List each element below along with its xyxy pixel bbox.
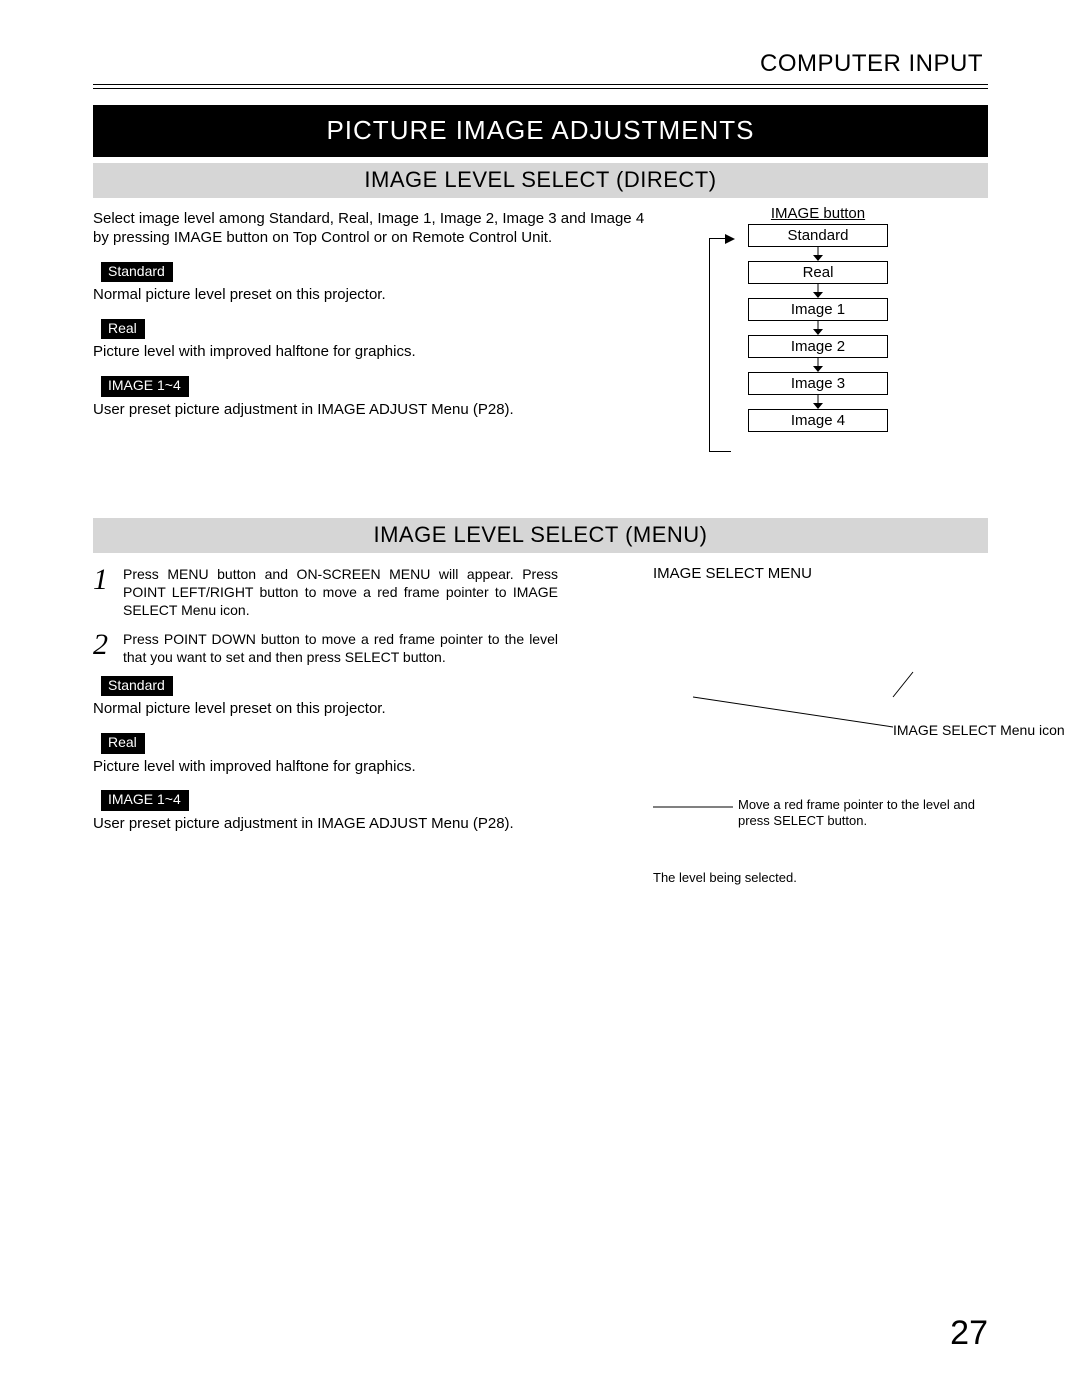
- menu-left-column: 1 Press MENU button and ON-SCREEN MENU w…: [93, 565, 648, 834]
- header-rule: [93, 84, 988, 89]
- menu-pill-image14: IMAGE 1~4: [101, 790, 189, 811]
- menu-pill-real-desc: Picture level with improved halftone for…: [93, 758, 648, 777]
- loop-line: [709, 238, 731, 452]
- section-menu: 1 Press MENU button and ON-SCREEN MENU w…: [93, 565, 988, 895]
- diagram-box-image2: Image 2: [748, 335, 888, 358]
- section-header: COMPUTER INPUT: [93, 50, 988, 78]
- title-banner: PICTURE IMAGE ADJUSTMENTS: [93, 105, 988, 157]
- annotation-lines-icon: [653, 642, 1080, 892]
- section-direct: Select image level among Standard, Real,…: [93, 210, 988, 500]
- pill-real-desc: Picture level with improved halftone for…: [93, 343, 648, 362]
- step-2-text: Press POINT DOWN button to move a red fr…: [123, 630, 648, 666]
- annot-move-label: Move a red frame pointer to the level an…: [738, 797, 998, 830]
- arrow-down-icon: [748, 284, 888, 298]
- pill-standard: Standard: [101, 262, 173, 283]
- diagram-box-image4: Image 4: [748, 409, 888, 432]
- direct-diagram: IMAGE button Standard Real Image 1 Image…: [648, 205, 988, 432]
- arrow-right-icon: [725, 234, 735, 244]
- menu-pill-standard: Standard: [101, 676, 173, 697]
- arrow-down-icon: [748, 321, 888, 335]
- annot-level-label: The level being selected.: [653, 870, 913, 885]
- arrow-down-icon: [748, 358, 888, 372]
- pill-real: Real: [101, 319, 145, 340]
- pill-standard-desc: Normal picture level preset on this proj…: [93, 286, 648, 305]
- direct-left-column: Select image level among Standard, Real,…: [93, 210, 648, 419]
- menu-banner: IMAGE LEVEL SELECT (MENU): [93, 518, 988, 553]
- diagram-box-standard: Standard: [748, 224, 888, 247]
- arrow-down-icon: [748, 395, 888, 409]
- step-2: 2 Press POINT DOWN button to move a red …: [93, 630, 648, 666]
- pill-image14-desc: User preset picture adjustment in IMAGE …: [93, 401, 648, 420]
- diagram-box-image3: Image 3: [748, 372, 888, 395]
- direct-intro-text: Select image level among Standard, Real,…: [93, 210, 648, 248]
- menu-pill-standard-desc: Normal picture level preset on this proj…: [93, 700, 648, 719]
- page-number: 27: [950, 1314, 988, 1353]
- step-1: 1 Press MENU button and ON-SCREEN MENU w…: [93, 565, 648, 620]
- step-1-number: 1: [93, 565, 123, 620]
- diagram-box-image1: Image 1: [748, 298, 888, 321]
- step-2-number: 2: [93, 630, 123, 666]
- arrow-down-icon: [748, 247, 888, 261]
- menu-pill-real: Real: [101, 733, 145, 754]
- annot-title: IMAGE SELECT MENU: [653, 565, 1080, 582]
- diagram-box-real: Real: [748, 261, 888, 284]
- menu-pill-image14-desc: User preset picture adjustment in IMAGE …: [93, 815, 648, 834]
- menu-annotations: IMAGE SELECT MENU IMAGE SELECT Menu icon…: [653, 565, 1080, 892]
- pill-image14: IMAGE 1~4: [101, 376, 189, 397]
- annot-icon-label: IMAGE SELECT Menu icon: [893, 722, 1073, 740]
- diagram-title: IMAGE button: [731, 205, 906, 222]
- direct-banner: IMAGE LEVEL SELECT (DIRECT): [93, 163, 988, 198]
- step-1-text: Press MENU button and ON-SCREEN MENU wil…: [123, 565, 648, 620]
